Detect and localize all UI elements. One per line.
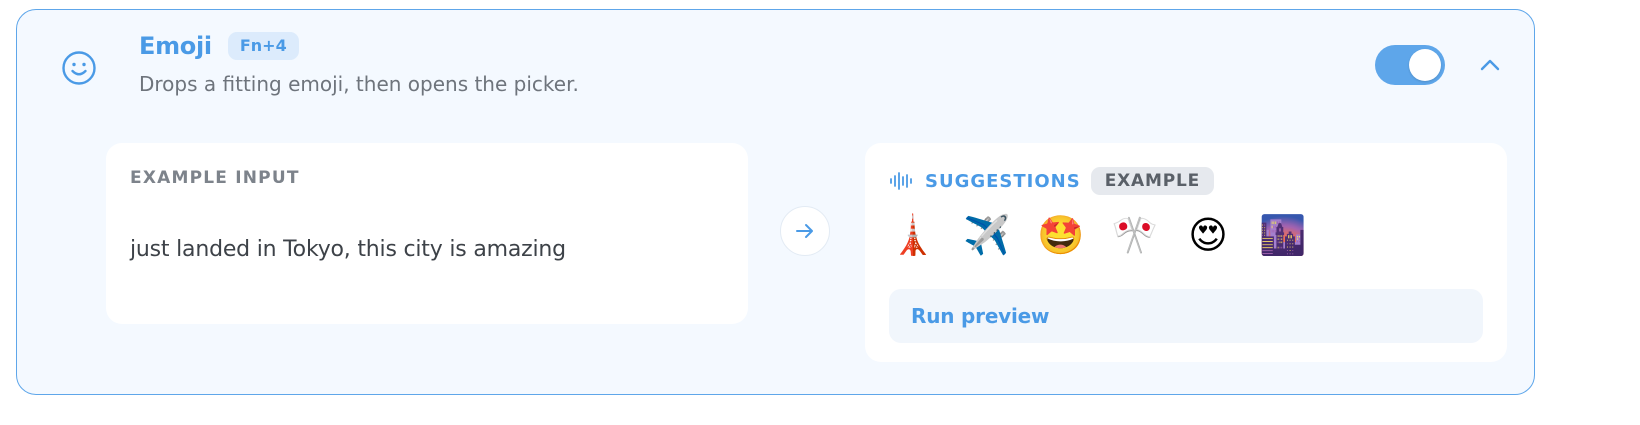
emoji-suggestion[interactable]: ✈️ [963, 211, 1010, 259]
shortcut-badge: Fn+4 [227, 32, 299, 60]
toggle-knob [1409, 49, 1441, 81]
arrow-right-button[interactable] [780, 206, 830, 256]
emoji-suggestion[interactable]: 🤩 [1037, 211, 1084, 259]
suggestions-label: SUGGESTIONS [925, 170, 1081, 192]
enable-toggle[interactable] [1375, 45, 1445, 85]
waveform-icon [890, 172, 912, 190]
emoji-suggestion[interactable]: 🌆 [1259, 211, 1306, 259]
emoji-suggestion[interactable]: 🗼 [889, 211, 936, 259]
arrow-right-icon [796, 224, 813, 238]
emoji-feature-card: Emoji Fn+4 Drops a fitting emoji, then o… [16, 9, 1535, 395]
chevron-up-icon[interactable] [1477, 56, 1503, 74]
suggestions-panel: SUGGESTIONS EXAMPLE 🗼 ✈️ 🤩 🎌 😍 🌆 Run pre… [865, 143, 1507, 362]
emoji-suggestion[interactable]: 🎌 [1111, 211, 1158, 259]
example-badge: EXAMPLE [1090, 167, 1215, 195]
run-preview-button[interactable]: Run preview [889, 289, 1483, 343]
feature-description: Drops a fitting emoji, then opens the pi… [139, 72, 579, 96]
feature-title: Emoji [139, 32, 212, 60]
emoji-suggestion-list: 🗼 ✈️ 🤩 🎌 😍 🌆 [889, 211, 1306, 259]
suggestions-header: SUGGESTIONS EXAMPLE [889, 167, 1215, 195]
smile-icon [62, 51, 96, 85]
emoji-suggestion[interactable]: 😍 [1185, 211, 1231, 259]
example-input-label: EXAMPLE INPUT [130, 168, 300, 188]
example-input-panel: EXAMPLE INPUT just landed in Tokyo, this… [106, 143, 748, 324]
feature-header: Emoji Fn+4 [139, 32, 299, 60]
example-input-text: just landed in Tokyo, this city is amazi… [130, 237, 566, 262]
